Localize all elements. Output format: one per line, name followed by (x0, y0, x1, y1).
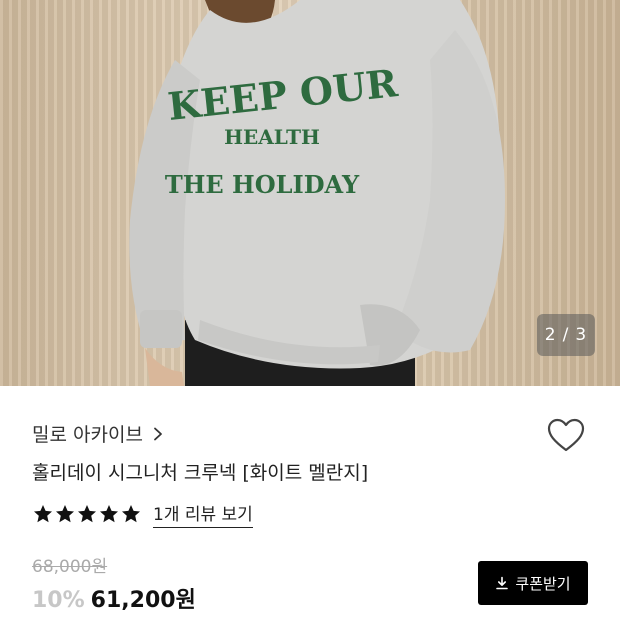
star-icon (56, 505, 74, 523)
star-icon (78, 505, 96, 523)
image-pager: 2 / 3 (537, 314, 595, 356)
review-link[interactable]: 1개 리뷰 보기 (153, 500, 253, 528)
pager-separator: / (562, 325, 570, 345)
coupon-button[interactable]: 쿠폰받기 (478, 561, 588, 605)
brand-name: 밀로 아카이브 (32, 424, 143, 446)
product-image-gallery[interactable]: KEEP OUR HEALTH THE HOLIDAY 2 / 3 (0, 0, 620, 386)
rating-row: 1개 리뷰 보기 (33, 500, 253, 528)
sale-price: 61,200원 (90, 588, 196, 613)
product-title: 홀리데이 시그니처 크루넥 [화이트 멜란지] (32, 462, 369, 484)
price-row: 10% 61,200원 (32, 582, 196, 614)
download-icon (496, 576, 509, 590)
star-icon (34, 505, 52, 523)
pager-current: 2 (544, 325, 557, 345)
brand-link[interactable]: 밀로 아카이브 (32, 420, 165, 447)
star-rating (33, 504, 141, 524)
product-photo: KEEP OUR HEALTH THE HOLIDAY (129, 0, 505, 386)
discount-rate: 10% (32, 588, 85, 613)
star-icon (100, 505, 118, 523)
chevron-right-icon (154, 427, 162, 440)
pager-total: 3 (575, 325, 588, 345)
coupon-label: 쿠폰받기 (515, 574, 571, 593)
star-icon (122, 505, 140, 523)
original-price: 68,000원 (32, 557, 108, 577)
heart-outline-icon[interactable] (546, 417, 586, 455)
shirt-print-line2: HEALTH (224, 125, 320, 149)
shirt-print-line3: THE HOLIDAY (165, 170, 360, 199)
